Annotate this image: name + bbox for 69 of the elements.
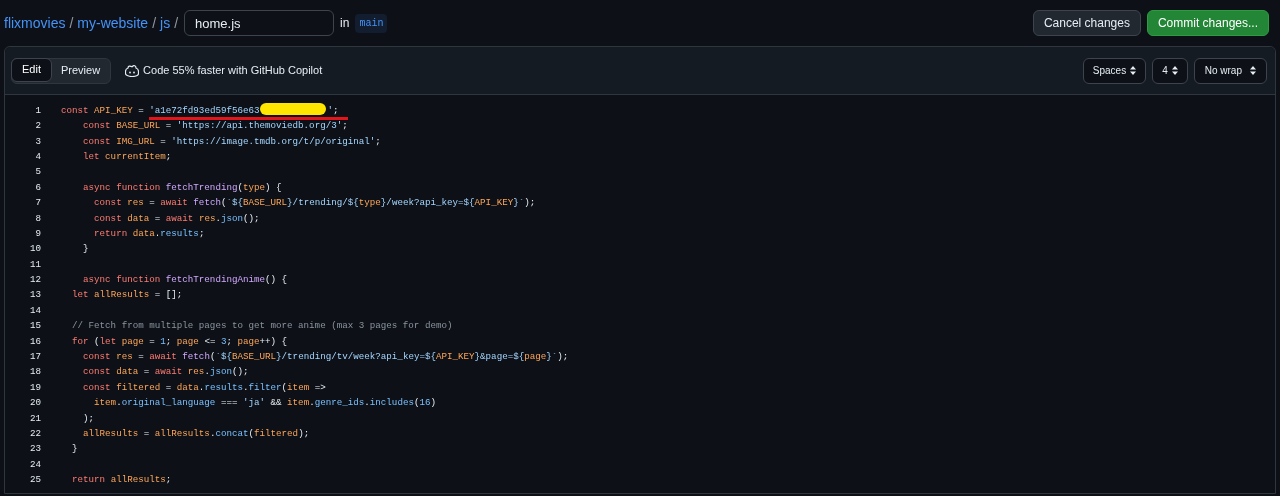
line-number: 12: [28, 273, 42, 287]
breadcrumb-link[interactable]: flixmovies: [4, 12, 66, 34]
code-line: const filtered = data.results.filter(item =>: [82, 380, 326, 395]
code-line: }: [82, 242, 89, 257]
copilot-promo[interactable]: Code 55% faster with GitHub Copilot: [143, 62, 323, 79]
redaction-mark: [260, 103, 327, 115]
breadcrumb-separator: /: [174, 13, 179, 33]
breadcrumb-separator: /: [152, 13, 157, 33]
code-line: for (let page = 1; page <= 3; page++) {: [71, 334, 288, 349]
select-button[interactable]: 4: [1152, 57, 1188, 84]
line-number: 25: [28, 473, 42, 487]
line-number: 5: [34, 165, 42, 180]
line-number: 3: [34, 134, 42, 149]
line-number: 24: [28, 457, 42, 472]
code-line: return allResults;: [71, 473, 172, 487]
line-number: 15: [28, 319, 42, 334]
code-line: let allResults = [];: [71, 288, 183, 303]
code-line: const data = await res.json();: [93, 211, 260, 226]
code-line: const data = await res.json();: [82, 365, 249, 380]
code-line: // Fetch from multiple pages to get more anime (max 3 pages for demo): [71, 319, 453, 334]
sort-caret-icon: [1250, 66, 1256, 75]
code-line: const IMG_URL = 'https://image.tmdb.org/t/p/original';: [82, 134, 381, 149]
line-number: 7: [34, 196, 42, 210]
code-line: item.original_language === 'ja' && item.genre_ids.includes(16): [93, 396, 436, 410]
line-number: 13: [28, 288, 42, 303]
line-number: 6: [34, 180, 42, 195]
branch-badge[interactable]: main: [355, 13, 388, 33]
line-number: 23: [28, 442, 42, 457]
line-number: 19: [28, 380, 42, 395]
line-number: 10: [28, 242, 42, 257]
copilot-icon: [125, 64, 140, 77]
select-button[interactable]: Spaces: [1082, 57, 1147, 84]
line-number: 17: [28, 350, 42, 364]
code-line: );: [82, 411, 95, 426]
code-line: async function fetchTrendingAnime() {: [82, 273, 288, 287]
code-line: const API_KEY = 'a1e72fd93ed59f56e63: [61, 103, 260, 118]
line-number: 16: [28, 334, 42, 349]
line-number: 22: [28, 427, 42, 441]
code-line: const BASE_URL = 'https://api.themoviedb.org/3';: [82, 119, 348, 133]
line-number: 9: [34, 226, 42, 241]
code-line: const res = await fetch(`${BASE_URL}/trending/tv/week?api_key=${API_KEY}&page=${page}`);: [82, 350, 569, 364]
breadcrumb-link[interactable]: js: [160, 12, 171, 34]
line-number: 2: [34, 119, 42, 133]
code-text: ';: [327, 103, 339, 118]
breadcrumb-link[interactable]: my-website: [77, 12, 149, 34]
line-number: 11: [28, 257, 42, 272]
editor-tab[interactable]: Preview: [50, 58, 111, 83]
line-number: 8: [34, 211, 42, 226]
editor-tab[interactable]: Edit: [11, 57, 52, 82]
cancel-button[interactable]: Cancel changes: [1032, 10, 1141, 36]
in-label: in: [340, 15, 350, 32]
code-line: const res = await fetch(`${BASE_URL}/trending/${type}/week?api_key=${API_KEY}`);: [93, 196, 536, 210]
line-number: 4: [34, 149, 42, 164]
code-line: return data.results;: [93, 226, 205, 241]
breadcrumb-separator: /: [69, 13, 74, 33]
line-number: 21: [28, 411, 42, 426]
select-button[interactable]: No wrap: [1193, 57, 1267, 84]
code-line: let currentItem;: [82, 149, 172, 164]
line-number: 20: [28, 396, 42, 410]
sort-caret-icon: [1130, 66, 1137, 75]
code-line: async function fetchTrending(type) {: [82, 180, 282, 195]
code-line: }: [71, 442, 78, 457]
sort-caret-icon: [1171, 66, 1178, 75]
line-number: 18: [28, 365, 42, 380]
code-line: allResults = allResults.concat(filtered);: [82, 427, 310, 441]
filename-field[interactable]: home.js: [184, 10, 335, 36]
commit-button[interactable]: Commit changes...: [1146, 10, 1269, 36]
line-number: 14: [28, 303, 42, 318]
line-number: 1: [34, 103, 42, 118]
